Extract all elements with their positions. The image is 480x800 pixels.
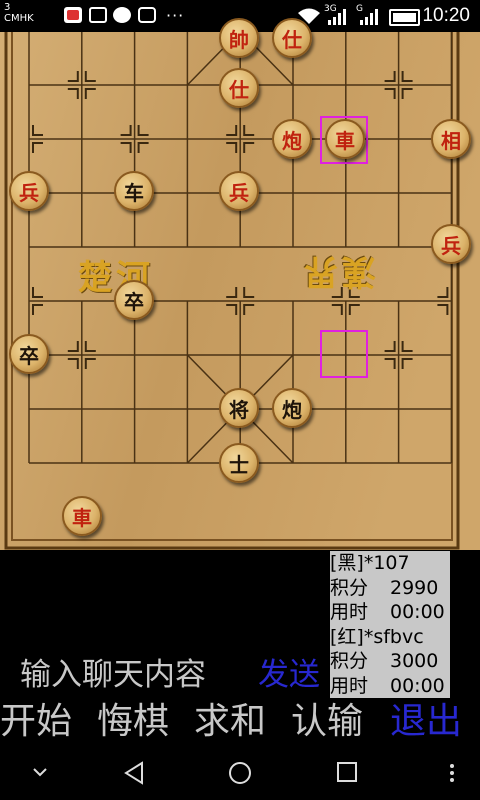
black-shi[interactable]: 士 (219, 443, 259, 483)
red-time: 00:00 (390, 674, 445, 697)
red-player-row: [红]*sfbvc (330, 625, 424, 648)
black-pao[interactable]: 炮 (272, 388, 312, 428)
more-dots-icon: ··· (166, 6, 185, 25)
red-bing-mid[interactable]: 兵 (219, 171, 259, 211)
signal-icon (328, 9, 346, 25)
red-ju-top[interactable]: 車 (325, 119, 365, 159)
red-bing-right[interactable]: 兵 (431, 224, 471, 264)
black-zu-left[interactable]: 卒 (9, 334, 49, 374)
selection-marker-to[interactable] (320, 330, 368, 378)
back-icon[interactable] (122, 760, 146, 786)
red-bing-left[interactable]: 兵 (9, 171, 49, 211)
black-che[interactable]: 车 (114, 171, 154, 211)
red-score: 3000 (390, 650, 439, 672)
chess-board[interactable]: 楚河 漢界 帥 仕 仕 炮 車 相 兵 车 兵 兵 卒 卒 将 炮 士 車 (0, 18, 480, 550)
cast-icon (64, 7, 82, 23)
black-time: 00:00 (390, 601, 445, 623)
gallery-icon (89, 7, 107, 23)
signal-icon-2 (360, 9, 378, 25)
exit-button[interactable]: 退出 (390, 698, 462, 746)
undo-button[interactable]: 悔棋 (97, 698, 169, 746)
black-score: 2990 (390, 576, 439, 599)
recents-icon[interactable] (335, 760, 359, 786)
action-bar: 开始 悔棋 求和 认输 退出 (0, 698, 480, 746)
chat-input[interactable]: 输入聊天内容 (20, 655, 206, 695)
black-time-row: 用时 00:00 (330, 601, 445, 623)
red-player-name: *sfbvc (363, 625, 424, 648)
red-time-row: 用时 00:00 (330, 674, 445, 697)
black-player-name: *107 (363, 552, 410, 574)
red-score-row: 积分 3000 (330, 650, 439, 672)
menu-dots-icon[interactable] (448, 760, 456, 786)
red-ju-bottom[interactable]: 車 (62, 496, 102, 536)
red-xiang[interactable]: 相 (431, 119, 471, 159)
app-icon (113, 7, 131, 23)
draw-button[interactable]: 求和 (194, 698, 266, 746)
black-jiang[interactable]: 将 (219, 388, 259, 428)
black-score-row: 积分 2990 (330, 576, 439, 599)
river-label-right: 漢界 (300, 251, 376, 291)
navigation-bar (0, 750, 480, 800)
red-shi-top[interactable]: 帥 (219, 18, 259, 58)
battery-icon (389, 9, 420, 26)
black-zu-river[interactable]: 卒 (114, 280, 154, 320)
start-button[interactable]: 开始 (0, 698, 72, 746)
home-icon[interactable] (227, 760, 253, 786)
carrier-label: 3 CMHK (4, 2, 34, 24)
resign-button[interactable]: 认输 (291, 698, 363, 746)
red-shi-upper[interactable]: 仕 (219, 68, 259, 108)
send-button[interactable]: 发送 (258, 655, 320, 695)
red-shi-top-right[interactable]: 仕 (272, 18, 312, 58)
collapse-chevron-icon[interactable] (32, 766, 48, 778)
black-player-row: [黑]*107 (330, 552, 410, 574)
red-pao[interactable]: 炮 (272, 119, 312, 159)
message-icon (138, 7, 156, 23)
player-info-panel: [黑]*107 积分 2990 用时 00:00 [红]*sfbvc 积分 3000 … (330, 551, 450, 698)
clock: 10:20 (422, 5, 470, 26)
